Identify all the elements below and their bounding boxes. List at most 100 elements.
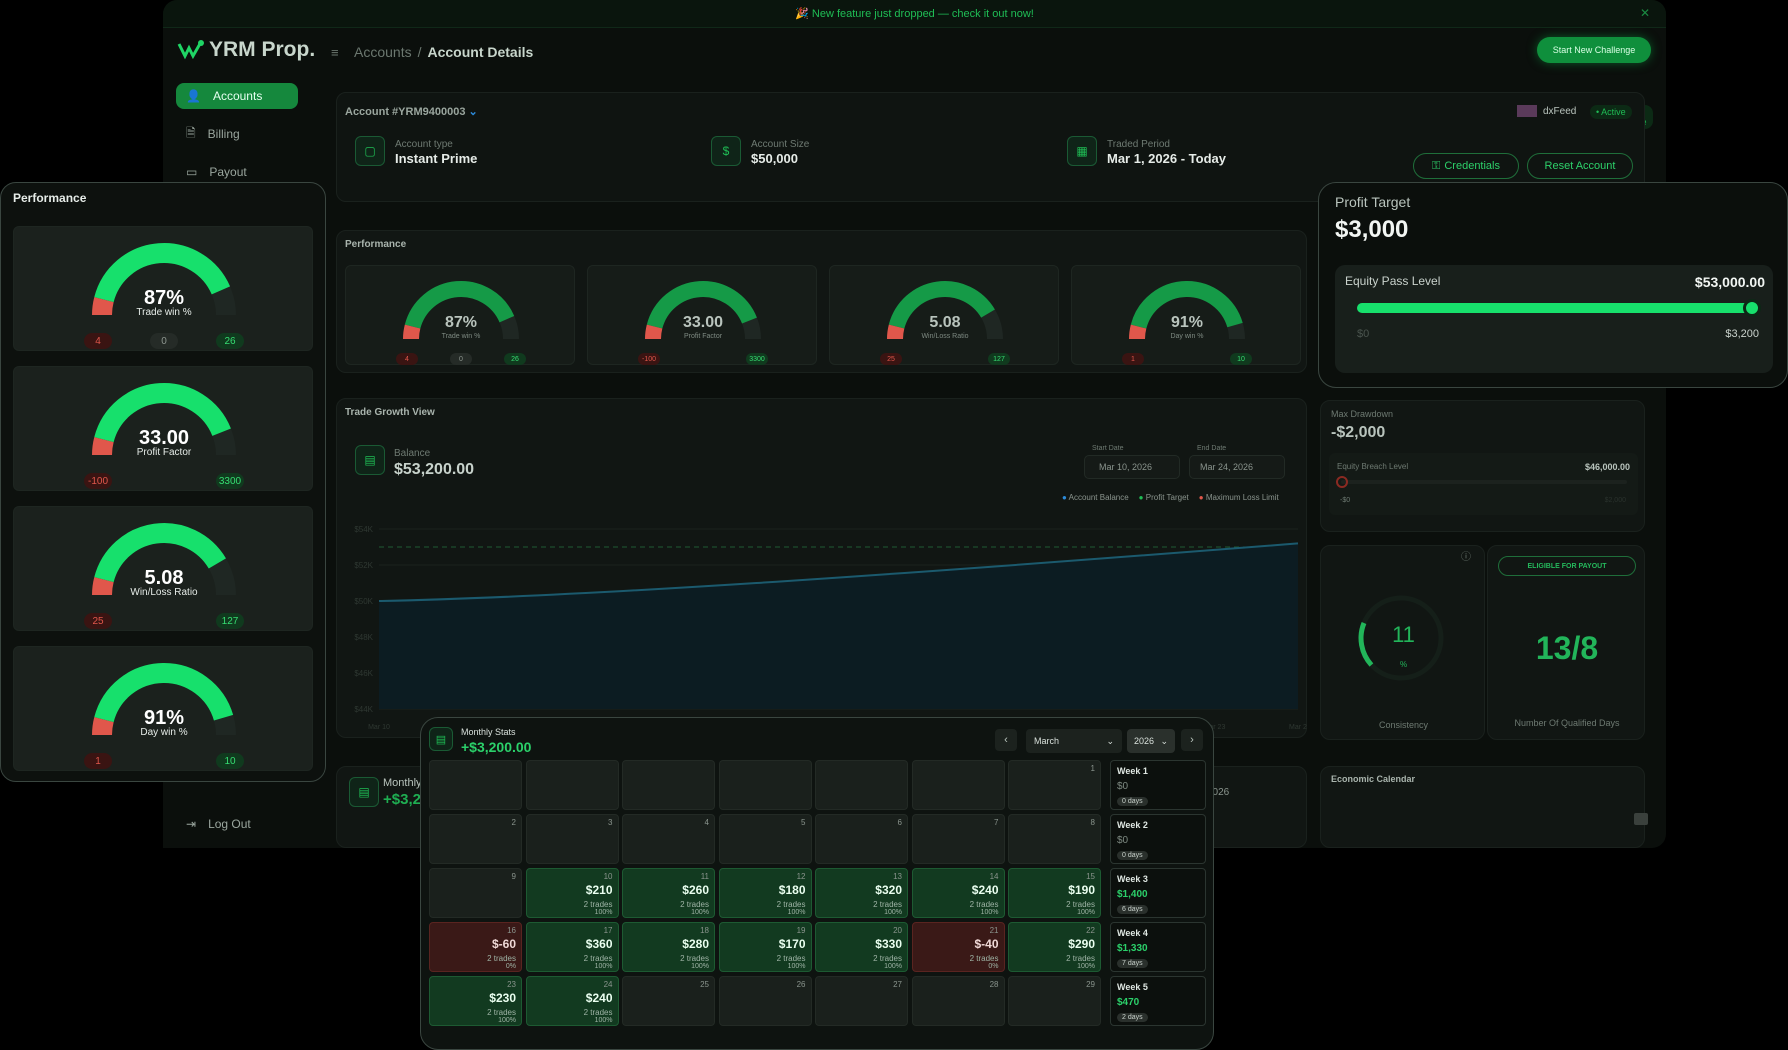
calendar-day[interactable]: 18 $280 2 trades 100%	[622, 922, 715, 972]
gauge-label: Win/Loss Ratio	[130, 587, 198, 598]
month-select[interactable]: March ⌄	[1026, 729, 1122, 753]
calendar-day[interactable]: 6	[815, 814, 908, 864]
week-value: $0	[1117, 781, 1129, 792]
calendar-day[interactable]	[525, 760, 619, 810]
gauge-badge-right: 10	[216, 753, 244, 769]
calendar-day[interactable]: 19 $170 2 trades 100%	[718, 922, 812, 972]
breach-handle[interactable]	[1336, 476, 1348, 488]
close-icon[interactable]: ✕	[1640, 6, 1650, 20]
year-select[interactable]: 2026 ⌄	[1127, 729, 1175, 753]
menu-icon[interactable]: ≡	[331, 45, 339, 60]
calendar-day[interactable]: 1	[1008, 760, 1101, 810]
calendar-day[interactable]: 26	[718, 976, 812, 1026]
week-summary: Week 5 $470 2 days	[1110, 976, 1206, 1026]
week-value: $1,330	[1117, 943, 1148, 954]
economic-calendar-card: Economic Calendar	[1320, 766, 1648, 848]
calendar-day[interactable]: 2	[429, 814, 522, 864]
start-new-challenge-button[interactable]: Start New Challenge	[1537, 37, 1651, 63]
wallet-icon: ▤	[429, 727, 453, 751]
account-selector[interactable]: Account #YRM9400003 ⌄	[345, 105, 478, 118]
calendar-day[interactable]: 10 $210 2 trades 100%	[525, 868, 619, 918]
banner-text[interactable]: 🎉 New feature just dropped — check it ou…	[795, 7, 1034, 20]
day-amount: $-60	[491, 937, 516, 951]
calendar-day[interactable]	[429, 760, 522, 810]
pass-level-handle[interactable]	[1743, 299, 1761, 317]
gauge-label: Trade win %	[136, 307, 192, 318]
calendar-day[interactable]: 12 $180 2 trades 100%	[718, 868, 812, 918]
day-number: 18	[700, 926, 709, 935]
calendar-day[interactable]	[718, 760, 812, 810]
calendar-day[interactable]: 20 $330 2 trades 100%	[815, 922, 908, 972]
logout-button[interactable]: ⇥ Log Out	[176, 811, 298, 837]
gauge-badge-right: 26	[504, 353, 526, 365]
breadcrumb-accounts[interactable]: Accounts	[354, 44, 412, 60]
day-percent: 100%	[980, 909, 999, 916]
calendar-day[interactable]: 14 $240 2 trades 100%	[911, 868, 1005, 918]
payout-icon: ▭	[186, 165, 198, 179]
day-trades: 2 trades	[776, 900, 806, 909]
traded-period-label: Traded Period	[1107, 139, 1170, 150]
calendar-day[interactable]: 25	[622, 976, 715, 1026]
gauge-badge-left: -100	[84, 473, 112, 489]
calendar-day[interactable]: 7	[911, 814, 1005, 864]
feed-label: dxFeed	[1517, 105, 1576, 117]
credentials-button[interactable]: ⚿Credentials	[1413, 153, 1519, 179]
calendar-day[interactable]: 24 $240 2 trades 100%	[525, 976, 619, 1026]
calendar-day[interactable]: 21 $-40 2 trades 0%	[911, 922, 1005, 972]
calendar-day[interactable]: 15 $190 2 trades 100%	[1008, 868, 1101, 918]
y-tick-label: $54K	[354, 525, 373, 534]
flag-icon	[1517, 105, 1537, 117]
day-number: 2	[511, 818, 516, 827]
day-number: 25	[700, 980, 709, 989]
pass-level-track	[1357, 303, 1757, 313]
calendar-day[interactable]: 5	[718, 814, 812, 864]
week-summary: Week 4 $1,330 7 days	[1110, 922, 1206, 972]
calendar-day[interactable]	[622, 760, 715, 810]
breach-track	[1341, 480, 1627, 484]
wallet-icon: ▤	[355, 445, 385, 475]
calendar-day[interactable]: 29	[1008, 976, 1101, 1026]
gauge-label: Day win %	[140, 727, 188, 738]
calendar-day[interactable]: 4	[622, 814, 715, 864]
calendar-day[interactable]: 17 $360 2 trades 100%	[525, 922, 619, 972]
calendar-day[interactable]: 23 $230 2 trades 100%	[429, 976, 522, 1026]
calendar-day[interactable]: 8	[1008, 814, 1101, 864]
calendar-day[interactable]: 16 $-60 2 trades 0%	[429, 922, 522, 972]
gauge-card: 91% Day win % 1 10	[13, 646, 313, 771]
prev-month-button[interactable]: ‹	[995, 729, 1017, 751]
day-number: 28	[989, 980, 999, 989]
day-trades: 2 trades	[969, 900, 999, 909]
chat-icon[interactable]	[1634, 813, 1648, 825]
month-value: March	[1034, 736, 1060, 746]
trade-growth-card: Trade Growth View ▤ Balance $53,200.00 S…	[336, 398, 1307, 738]
day-trades: 2 trades	[969, 954, 999, 963]
week-label: Week 5	[1117, 982, 1148, 992]
calendar-day[interactable]	[815, 760, 908, 810]
calendar-day[interactable]: 28	[911, 976, 1005, 1026]
gauge-badge-left: 25	[84, 613, 112, 629]
calendar-day[interactable]: 9	[429, 868, 522, 918]
week-value: $470	[1117, 997, 1140, 1008]
gauge-badge-left: -100	[638, 353, 660, 365]
reset-account-button[interactable]: Reset Account	[1527, 153, 1633, 179]
calendar-day[interactable]: 11 $260 2 trades 100%	[622, 868, 715, 918]
calendar-day[interactable]: 22 $290 2 trades 100%	[1008, 922, 1101, 972]
info-icon[interactable]: ⓘ	[1461, 548, 1471, 563]
calendar-day[interactable]: 13 $320 2 trades 100%	[815, 868, 908, 918]
day-number: 22	[1086, 926, 1095, 935]
day-trades: 2 trades	[583, 1008, 613, 1017]
next-month-button[interactable]: ›	[1181, 729, 1203, 751]
announcement-banner[interactable]: 🎉 New feature just dropped — check it ou…	[163, 0, 1666, 28]
logo[interactable]: YRM Prop.	[177, 38, 315, 62]
consistency-value: 11	[1392, 622, 1415, 647]
gauge-card: 91% Day win % 1 10	[1071, 265, 1301, 365]
sidebar-item-accounts[interactable]: 👤 Accounts	[176, 83, 298, 109]
calendar-day[interactable]: 3	[525, 814, 619, 864]
sidebar-item-billing[interactable]: 🗎 Billing	[176, 121, 298, 147]
calendar-day[interactable]: 27	[815, 976, 908, 1026]
day-trades: 2 trades	[873, 900, 902, 909]
end-date-input[interactable]: Mar 24, 2026	[1189, 455, 1285, 479]
calendar-day[interactable]	[911, 760, 1005, 810]
start-date-input[interactable]: Mar 10, 2026	[1084, 455, 1180, 479]
day-number: 12	[796, 872, 806, 881]
